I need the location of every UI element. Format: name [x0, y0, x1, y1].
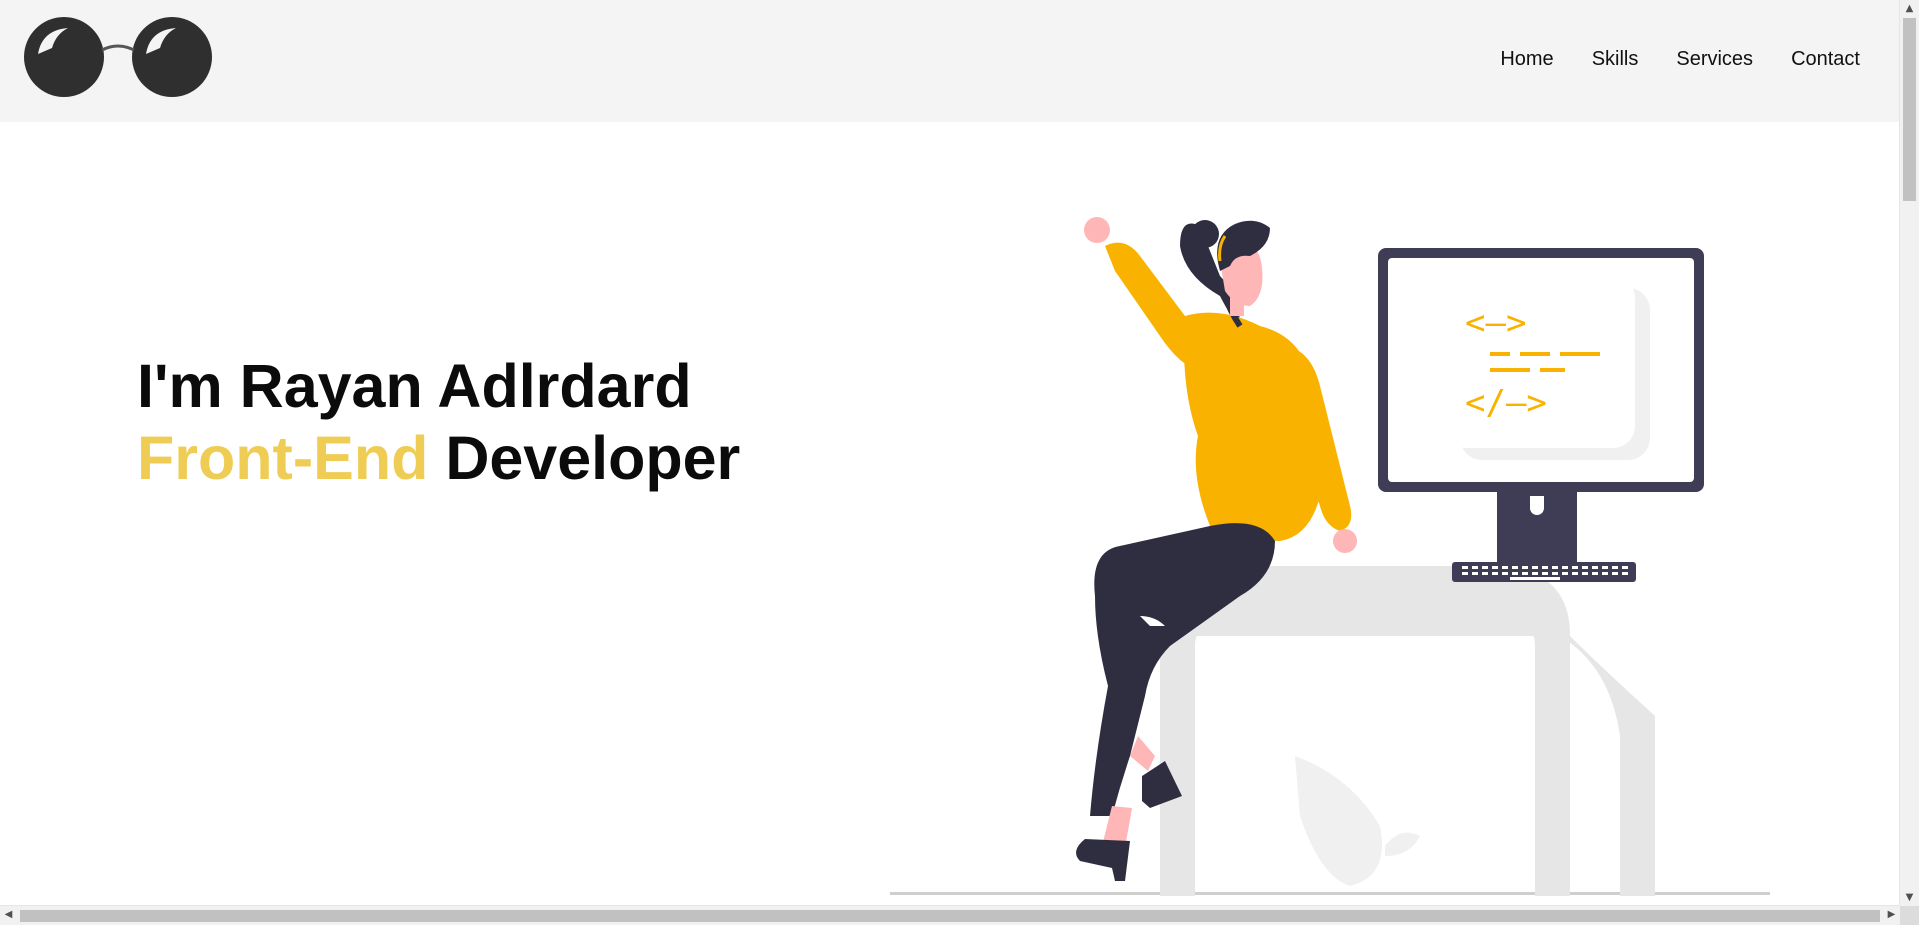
nav-contact[interactable]: Contact [1791, 47, 1860, 71]
nav-home[interactable]: Home [1500, 47, 1553, 71]
horizontal-scrollbar[interactable]: ◀ ▶ [0, 905, 1900, 925]
woman-at-desk-illustration: <—> </—> [890, 217, 1770, 896]
horizontal-scrollbar-thumb[interactable] [20, 910, 1880, 922]
scroll-down-arrow-icon[interactable]: ▼ [1900, 889, 1919, 906]
nav-skills[interactable]: Skills [1592, 47, 1639, 71]
hero-name-line: I'm Rayan Adlrdard [137, 352, 692, 420]
hero-role-line: Front-End Developer [137, 422, 740, 494]
hero-accent-text: Front-End [137, 424, 429, 492]
hero-heading: I'm Rayan Adlrdard Front-End Developer [137, 350, 740, 494]
glasses-logo-icon[interactable] [24, 14, 224, 100]
scroll-up-arrow-icon[interactable]: ▲ [1900, 0, 1919, 17]
code-close-tag-text: </—> [1465, 383, 1547, 423]
main-nav: Home Skills Services Contact [1462, 47, 1860, 71]
vertical-scrollbar-thumb[interactable] [1903, 18, 1916, 201]
scrollbar-corner [1900, 906, 1919, 925]
scroll-left-arrow-icon[interactable]: ◀ [0, 906, 17, 925]
scroll-right-arrow-icon[interactable]: ▶ [1883, 906, 1900, 925]
vertical-scrollbar[interactable]: ▲ ▼ [1899, 0, 1919, 906]
nav-services[interactable]: Services [1676, 47, 1753, 71]
hero-role-text: Developer [445, 424, 741, 492]
site-header: Home Skills Services Contact [0, 0, 1900, 122]
code-open-tag-text: <—> [1465, 303, 1526, 343]
